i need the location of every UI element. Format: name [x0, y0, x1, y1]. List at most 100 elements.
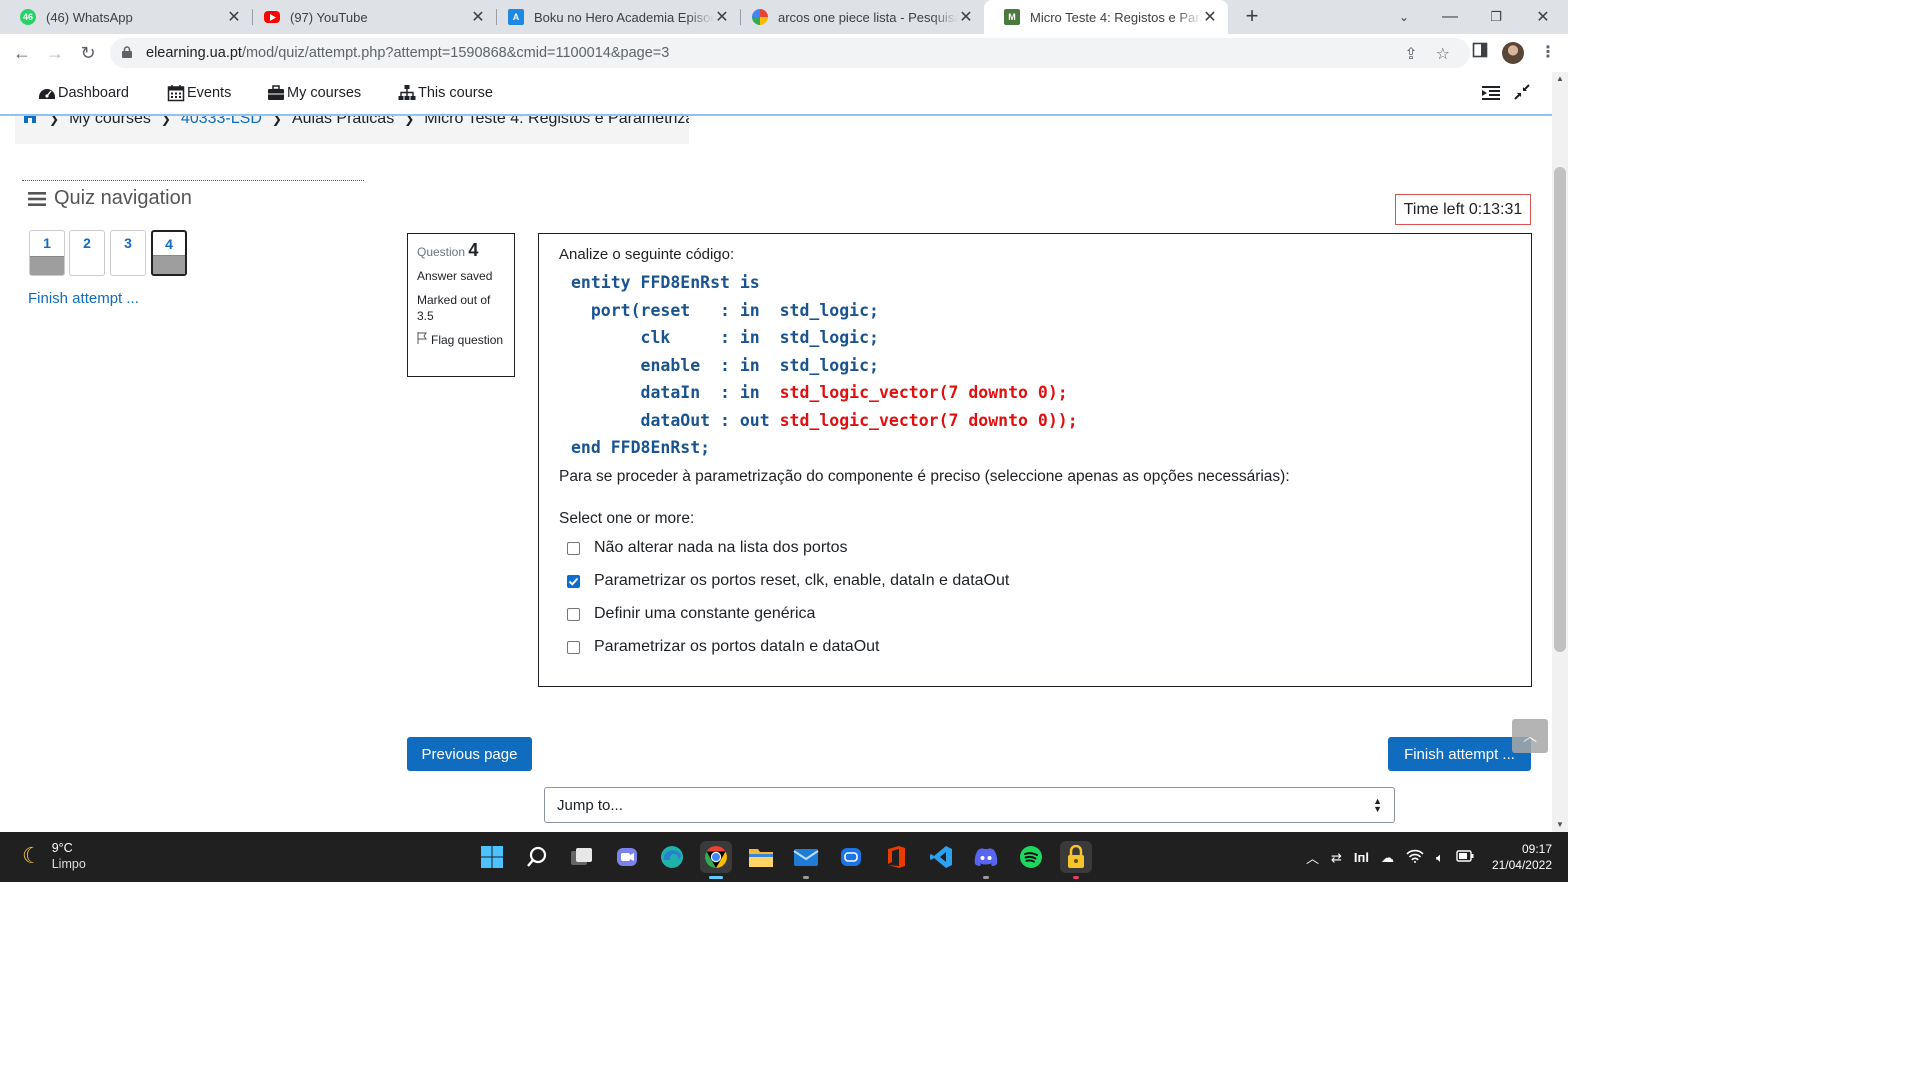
clock-time: 09:17	[1521, 842, 1552, 856]
flag-question[interactable]: Flag question	[417, 332, 505, 348]
security-lock-app-icon[interactable]	[1060, 841, 1092, 879]
edge-icon[interactable]	[656, 841, 688, 873]
close-tab-icon[interactable]: ✕	[714, 7, 730, 27]
close-tab-icon[interactable]: ✕	[1202, 7, 1218, 27]
quiz-nav-question-2[interactable]: 2	[69, 230, 105, 276]
network-transfer-icon[interactable]: ⇄	[1331, 850, 1342, 866]
url-host: elearning.ua.pt	[146, 45, 242, 61]
breadcrumb-section[interactable]: Aulas Práticas	[292, 116, 394, 128]
address-bar[interactable]: elearning.ua.pt/mod/quiz/attempt.php?att…	[110, 38, 1470, 68]
answer-option[interactable]: Parametrizar os portos reset, clk, enabl…	[567, 565, 1511, 598]
close-tab-icon[interactable]: ✕	[958, 7, 974, 27]
toggle-blocks-icon[interactable]	[1481, 84, 1501, 107]
home-icon[interactable]	[21, 116, 39, 129]
answer-option[interactable]: Definir uma constante genérica	[567, 598, 1511, 631]
answer-checkbox[interactable]	[567, 640, 580, 654]
mail-icon[interactable]	[790, 841, 822, 879]
scroll-down-arrow[interactable]: ▼	[1552, 820, 1568, 829]
chevron-up-icon[interactable]: ︿	[1306, 848, 1319, 867]
file-explorer-icon[interactable]	[745, 841, 777, 873]
discord-icon[interactable]	[970, 841, 1002, 879]
performance-meter-icon[interactable]: Iпl	[1354, 850, 1369, 865]
jump-to-value: Jump to...	[557, 796, 623, 814]
anime-site-icon: A	[508, 9, 524, 25]
wifi-icon[interactable]	[1406, 849, 1424, 866]
browser-menu-icon[interactable]: ⋮	[1540, 42, 1556, 62]
quiz-nav-question-3[interactable]: 3	[110, 230, 146, 276]
nav-this-course[interactable]: This course	[398, 84, 493, 102]
code-line: end FFD8EnRst;	[571, 438, 711, 457]
back-to-top-button[interactable]: ︿	[1512, 719, 1548, 753]
running-indicator	[1073, 876, 1079, 879]
start-icon[interactable]	[476, 841, 508, 873]
bookmark-star-icon[interactable]: ☆	[1436, 44, 1450, 64]
close-tab-icon[interactable]: ✕	[470, 7, 486, 27]
lock-icon	[122, 45, 136, 61]
page-content: Dashboard Events My courses This course …	[0, 72, 1552, 832]
tab-youtube[interactable]: (97) YouTube ✕	[244, 0, 496, 34]
onedrive-cloud-icon[interactable]: ☁	[1381, 850, 1394, 866]
back-button[interactable]: ←	[9, 40, 35, 66]
tab-moodle-quiz[interactable]: M Micro Teste 4: Registos e Parame ✕	[984, 0, 1228, 34]
close-window-button[interactable]: ✕	[1520, 0, 1566, 34]
answer-label[interactable]: Parametrizar os portos reset, clk, enabl…	[594, 572, 1009, 590]
tab-search-icon[interactable]: ⌄	[1381, 0, 1427, 34]
answer-checkbox[interactable]	[567, 607, 580, 621]
question-info: Question 4 Answer saved Marked out of 3.…	[407, 233, 515, 377]
volume-icon[interactable]: 🔈︎	[1436, 850, 1444, 866]
nav-events[interactable]: Events	[167, 84, 231, 102]
office-icon[interactable]	[880, 841, 912, 873]
share-icon[interactable]: ⇪	[1404, 44, 1417, 64]
nav-dashboard[interactable]: Dashboard	[38, 84, 129, 102]
spotify-icon[interactable]	[1015, 841, 1047, 873]
reload-button[interactable]: ↻	[75, 40, 101, 66]
sitemap-icon	[398, 85, 416, 100]
nav-events-label: Events	[187, 85, 232, 101]
answer-label[interactable]: Definir uma constante genérica	[594, 605, 815, 623]
answer-option[interactable]: Não alterar nada na lista dos portos	[567, 532, 1511, 565]
system-clock[interactable]: 09:17 21/04/2022	[1478, 841, 1552, 873]
profile-avatar[interactable]	[1502, 42, 1524, 64]
side-panel-icon[interactable]	[1472, 42, 1488, 58]
scrollbar-thumb[interactable]	[1554, 167, 1566, 652]
minimize-button[interactable]: —	[1427, 0, 1473, 34]
question-marks: Marked out of 3.5	[417, 293, 491, 323]
task-view-icon[interactable]	[566, 841, 598, 873]
answer-checkbox-checked[interactable]	[567, 574, 580, 588]
page-scrollbar[interactable]: ▲ ▼	[1552, 72, 1568, 832]
quiz-nav-question-4[interactable]: 4	[151, 230, 187, 276]
jump-to-select[interactable]: Jump to... ▲ ▼	[544, 787, 1395, 823]
restore-button[interactable]: ❐	[1473, 0, 1519, 34]
close-tab-icon[interactable]: ✕	[226, 7, 242, 27]
answer-option[interactable]: Parametrizar os portos dataIn e dataOut	[567, 631, 1511, 664]
windows-taskbar: ☾ 9°C Limpo ︿ ⇄ Iпl ☁ 🔈︎ 09:17 21/04/202…	[0, 832, 1568, 882]
answer-checkbox[interactable]	[567, 541, 580, 555]
forward-button[interactable]: →	[42, 40, 68, 66]
quiz-nav-question-1[interactable]: 1	[29, 230, 65, 276]
tab-title: (97) YouTube	[290, 9, 368, 25]
scroll-up-arrow[interactable]: ▲	[1552, 74, 1568, 83]
search-icon[interactable]	[521, 841, 553, 873]
finish-attempt-link[interactable]: Finish attempt ...	[28, 290, 139, 307]
chrome-icon[interactable]	[700, 841, 732, 879]
finish-attempt-button[interactable]: Finish attempt ...	[1388, 737, 1531, 771]
breadcrumb-my-courses[interactable]: My courses	[69, 116, 151, 128]
weather-widget[interactable]: ☾ 9°C Limpo	[22, 840, 86, 872]
previous-page-button[interactable]: Previous page	[407, 737, 532, 771]
tab-whatsapp[interactable]: 46 (46) WhatsApp ✕	[0, 0, 252, 34]
breadcrumb-course[interactable]: 40333-LSD	[181, 116, 262, 128]
answer-label[interactable]: Não alterar nada na lista dos portos	[594, 539, 847, 557]
dashboard-icon	[39, 89, 55, 99]
teams-chat-icon[interactable]	[611, 841, 643, 873]
tab-anime[interactable]: A Boku no Hero Academia Episode ✕	[488, 0, 740, 34]
tab-google-search[interactable]: arcos one piece lista - Pesquisa G ✕	[732, 0, 984, 34]
nav-my-courses[interactable]: My courses	[267, 84, 361, 102]
collapse-fullscreen-icon[interactable]	[1514, 84, 1530, 105]
breadcrumb-quiz[interactable]: Micro Teste 4: Registos e Parametrização	[424, 116, 689, 128]
answer-label[interactable]: Parametrizar os portos dataIn e dataOut	[594, 638, 879, 656]
code-line: enable : in std_logic;	[571, 355, 879, 375]
messenger-icon[interactable]	[835, 841, 867, 873]
vscode-icon[interactable]	[925, 841, 957, 873]
new-tab-button[interactable]: +	[1240, 4, 1264, 28]
battery-icon[interactable]	[1456, 850, 1474, 865]
